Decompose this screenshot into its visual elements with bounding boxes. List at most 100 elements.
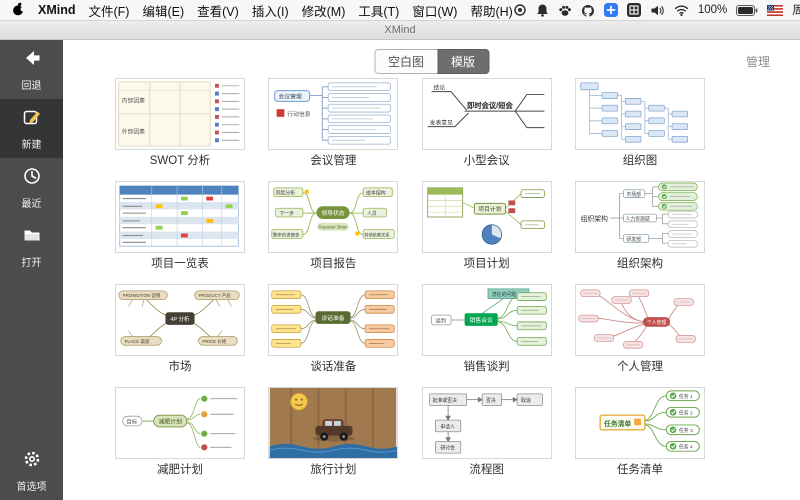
template-card[interactable]: 风险分析 下一步 整体的进度表 成本结构 人员 其他依赖关系 领导状态 Repo… [268, 181, 398, 271]
template-card[interactable]: 潜在的问题 谈判 [422, 284, 552, 374]
svg-text:减肥计划: 减肥计划 [159, 417, 182, 425]
svg-text:成本结构: 成本结构 [366, 190, 386, 197]
sidebar-item-open[interactable]: 打开 [0, 217, 63, 276]
template-card[interactable]: 任务清单 [575, 387, 705, 477]
input-source-icon[interactable] [627, 3, 641, 17]
github-icon[interactable] [581, 4, 595, 17]
window-title: XMind [384, 24, 415, 36]
template-name: SWOT 分析 [115, 155, 245, 168]
svg-text:组织架构: 组织架构 [581, 214, 608, 223]
template-card[interactable]: 会议管理 行动信息 会议管理 [268, 78, 398, 168]
sidebar-item-preferences[interactable]: 首选项 [0, 441, 63, 500]
template-name: 组织图 [575, 155, 705, 168]
menu-view[interactable]: 查看(V) [197, 1, 239, 20]
template-gallery: 空白图 模版 管理 内部因素 外部因素 [63, 40, 800, 500]
template-name: 小型会议 [422, 155, 552, 168]
battery-percent-label: 100% [698, 4, 727, 16]
template-card[interactable]: 目标 减肥计划 减 [115, 387, 245, 477]
battery-icon[interactable] [736, 5, 758, 16]
svg-text:否决: 否决 [486, 397, 496, 404]
svg-text:任务 2: 任务 2 [679, 410, 693, 417]
gear-icon [22, 449, 42, 474]
svg-text:下一步: 下一步 [280, 211, 295, 217]
template-thumbnail: 内部因素 外部因素 [115, 78, 245, 150]
template-thumbnail: 即时会议/短会 结论 发表意见 [422, 78, 552, 150]
menu-modify[interactable]: 修改(M) [302, 1, 346, 20]
svg-text:市场部: 市场部 [626, 191, 641, 198]
svg-text:任务清单: 任务清单 [603, 419, 631, 428]
template-thumbnail: 批准或否决 否决 取消 申请人 研讨会 [422, 387, 552, 459]
template-card[interactable]: PROMOTION 促销 PRODUCT 产品 PLACE 渠道 PRICE 价… [115, 284, 245, 374]
svg-text:其他依赖关系: 其他依赖关系 [364, 231, 390, 238]
record-icon[interactable] [513, 3, 527, 17]
svg-text:任务 4: 任务 4 [679, 444, 693, 451]
svg-text:谈话准备: 谈话准备 [322, 314, 345, 322]
svg-text:研发部: 研发部 [626, 236, 641, 243]
template-thumbnail: 项目计划 [422, 181, 552, 253]
menu-file[interactable]: 文件(F) [89, 1, 130, 20]
svg-text:任务 1: 任务 1 [679, 393, 693, 400]
sidebar-item-back[interactable]: 回退 [0, 40, 63, 99]
template-thumbnail: 会议管理 行动信息 [268, 78, 398, 150]
sidebar-item-new[interactable]: 新建 [0, 99, 63, 158]
menu-edit[interactable]: 编辑(E) [142, 1, 184, 20]
template-thumbnail: 目标 减肥计划 [115, 387, 245, 459]
us-flag-icon[interactable] [767, 5, 783, 16]
svg-text:行动信息: 行动信息 [288, 110, 311, 118]
template-name: 项目报告 [268, 258, 398, 271]
paw-icon[interactable] [558, 4, 572, 17]
template-card[interactable]: 批准或否决 否决 取消 申请人 研讨会 流程图 [422, 387, 552, 477]
svg-text:风险分析: 风险分析 [276, 190, 296, 197]
template-card[interactable]: 项目一览表 [115, 181, 245, 271]
template-thumbnail [268, 387, 398, 459]
template-card[interactable]: 即时会议/短会 结论 发表意见 小型会议 [422, 78, 552, 168]
sidebar-item-label: 打开 [22, 254, 42, 269]
apple-menu-icon[interactable] [12, 2, 25, 19]
svg-text:人力资源部: 人力资源部 [625, 215, 649, 222]
template-name: 流程图 [422, 464, 552, 477]
template-thumbnail: 风险分析 下一步 整体的进度表 成本结构 人员 其他依赖关系 领导状态 Repo… [268, 181, 398, 253]
svg-text:任务 3: 任务 3 [679, 427, 693, 434]
menu-tools[interactable]: 工具(T) [358, 1, 399, 20]
back-arrow-icon [22, 48, 42, 73]
template-thumbnail: 潜在的问题 谈判 [422, 284, 552, 356]
template-card[interactable]: 组织图 [575, 78, 705, 168]
sidebar-item-recent[interactable]: 最近 [0, 158, 63, 217]
menu-window[interactable]: 窗口(W) [412, 1, 457, 20]
template-name: 项目计划 [422, 258, 552, 271]
template-card[interactable]: 内部因素 外部因素 SWOT 分析 [115, 78, 245, 168]
view-segmented-control: 空白图 模版 [374, 49, 489, 74]
svg-text:个人管理: 个人管理 [647, 319, 667, 326]
template-name: 减肥计划 [115, 464, 245, 477]
wifi-icon[interactable] [674, 4, 689, 16]
svg-text:整体的进度表: 整体的进度表 [273, 231, 300, 238]
tab-templates[interactable]: 模版 [437, 49, 489, 74]
svg-text:外部因素: 外部因素 [122, 127, 145, 135]
template-card[interactable]: 项目计划 项目计划 [422, 181, 552, 271]
svg-text:Reporter Brian: Reporter Brian [319, 225, 349, 230]
template-thumbnail [115, 181, 245, 253]
template-card[interactable]: 旅行计划 [268, 387, 398, 477]
shortcut-plus-icon[interactable] [604, 3, 618, 17]
menu-help[interactable]: 帮助(H) [470, 1, 512, 20]
svg-text:PLACE 渠道: PLACE 渠道 [125, 338, 150, 345]
bell-icon[interactable] [536, 3, 549, 17]
sidebar-item-label: 回退 [22, 77, 42, 92]
svg-text:批准或否决: 批准或否决 [432, 397, 456, 404]
folder-icon [22, 225, 42, 250]
menubar-clock[interactable]: 周三下午12:25 [792, 2, 800, 18]
svg-text:申请人: 申请人 [440, 423, 455, 430]
sidebar: 回退 新建 最近 打开 首选项 [0, 40, 63, 500]
svg-text:内部因素: 内部因素 [122, 96, 145, 104]
template-card[interactable]: 个人管理 个人管理 [575, 284, 705, 374]
sidebar-item-label: 新建 [22, 136, 42, 151]
volume-icon[interactable] [650, 4, 665, 17]
template-card[interactable]: 组织架构 市场部 人力资源部 [575, 181, 705, 271]
manage-link[interactable]: 管理 [746, 53, 770, 70]
tab-blank-map[interactable]: 空白图 [374, 49, 437, 74]
template-thumbnail [575, 78, 705, 150]
template-name: 谈话准备 [268, 361, 398, 374]
menu-insert[interactable]: 插入(I) [252, 1, 289, 20]
template-card[interactable]: 谈话准备 谈话准备 [268, 284, 398, 374]
menubar-app-name[interactable]: XMind [38, 3, 76, 17]
